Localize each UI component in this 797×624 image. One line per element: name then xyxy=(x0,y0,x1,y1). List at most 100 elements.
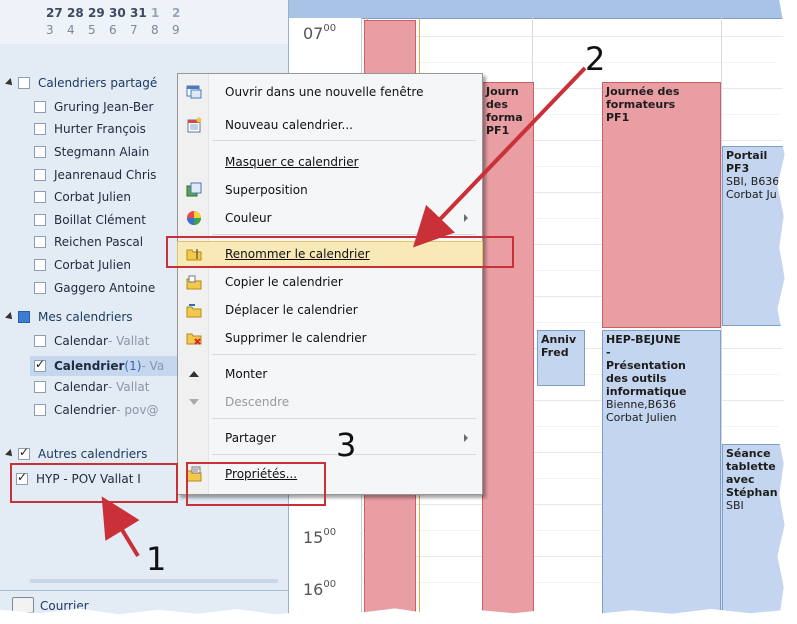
group-label: Autres calendriers xyxy=(38,447,148,461)
calendar-item[interactable]: Hurter François xyxy=(34,122,146,136)
calendar-header-strip xyxy=(289,0,790,19)
mini-calendar: 27 28 29 30 31 1 2 3456789 xyxy=(0,0,288,44)
mini-day[interactable]: 5 xyxy=(88,23,109,37)
new-calendar-icon xyxy=(186,117,202,133)
group-my-calendars[interactable]: Mes calendriers xyxy=(5,310,133,324)
calendar-item[interactable]: Corbat Julien xyxy=(34,258,131,272)
appointment[interactable]: Journ des forma PF1 xyxy=(482,82,534,618)
calendar-item-label: Gaggero Antoine xyxy=(54,281,156,295)
color-wheel-icon xyxy=(186,210,202,226)
menu-item-move-up[interactable]: Monter xyxy=(178,362,482,386)
calendar-checkbox[interactable] xyxy=(34,123,46,135)
menu-item-open-new-window[interactable]: Ouvrir dans une nouvelle fenêtre xyxy=(178,80,482,104)
menu-item-move-calendar[interactable]: Déplacer le calendrier xyxy=(178,298,482,322)
new-window-icon xyxy=(186,84,202,100)
appointment[interactable]: Anniv Fred xyxy=(537,330,585,386)
calendar-checkbox[interactable] xyxy=(34,259,46,271)
calendar-item-label: Calendrier xyxy=(54,403,117,417)
calendar-checkbox[interactable] xyxy=(34,404,46,416)
calendar-item[interactable]: Stegmann Alain xyxy=(34,145,149,159)
submenu-arrow-icon xyxy=(464,214,468,222)
hour-label: 1600 xyxy=(303,578,337,599)
menu-item-color[interactable]: Couleur xyxy=(178,206,482,230)
calendar-item[interactable]: Jeanrenaud Chris xyxy=(34,168,156,182)
calendar-checkbox[interactable] xyxy=(34,357,46,372)
submenu-arrow-icon xyxy=(464,434,468,442)
mini-calendar-week-1: 27 28 29 30 31 1 2 xyxy=(46,6,193,20)
down-arrow-icon xyxy=(186,394,202,410)
calendar-item[interactable]: Gaggero Antoine xyxy=(34,281,155,295)
mini-day[interactable]: 3 xyxy=(46,23,67,37)
delete-folder-icon xyxy=(186,330,202,346)
calendar-checkbox[interactable] xyxy=(34,214,46,226)
calendar-item[interactable]: Gruring Jean-Ber xyxy=(34,100,153,114)
group-other-calendars[interactable]: Autres calendriers xyxy=(5,445,148,461)
calendar-item-label: Calendrier xyxy=(54,359,125,373)
group-label: Mes calendriers xyxy=(38,310,133,324)
menu-item-overlay[interactable]: Superposition xyxy=(178,178,482,202)
mini-calendar-week-2: 3456789 xyxy=(46,23,193,37)
annotation-box-rename xyxy=(166,236,514,268)
group-shared-calendars[interactable]: Calendriers partagé xyxy=(5,76,158,90)
calendar-item-label: Hurter François xyxy=(54,122,146,136)
context-menu: Ouvrir dans une nouvelle fenêtre Nouveau… xyxy=(177,73,483,495)
calendar-checkbox[interactable] xyxy=(34,191,46,203)
scrollbar[interactable] xyxy=(30,579,278,583)
mini-day[interactable]: 30 xyxy=(109,6,130,20)
mini-day[interactable]: 27 xyxy=(46,6,67,20)
mini-day[interactable]: 8 xyxy=(151,23,172,37)
calendar-checkbox[interactable] xyxy=(34,236,46,248)
calendar-item[interactable]: Calendrier - pov@ xyxy=(34,403,158,417)
mini-day[interactable]: 29 xyxy=(88,6,109,20)
calendar-item[interactable]: Boillat Clément xyxy=(34,213,146,227)
group-checkbox[interactable] xyxy=(18,311,30,323)
group-checkbox[interactable] xyxy=(18,445,30,460)
mini-day[interactable]: 7 xyxy=(130,23,151,37)
menu-item-share[interactable]: Partager xyxy=(178,426,482,450)
menu-item-hide-calendar[interactable]: Masquer ce calendrier xyxy=(178,150,482,174)
calendar-item[interactable]: Reichen Pascal xyxy=(34,235,143,249)
mini-day[interactable]: 6 xyxy=(109,23,130,37)
group-checkbox[interactable] xyxy=(18,77,30,89)
mini-day[interactable]: 2 xyxy=(172,6,193,20)
annotation-number-1: 1 xyxy=(146,540,167,578)
calendar-item-label: Gruring Jean-Ber xyxy=(54,100,154,114)
group-label: Calendriers partagé xyxy=(38,76,158,90)
mini-day[interactable]: 1 xyxy=(151,6,172,20)
mini-day[interactable]: 4 xyxy=(67,23,88,37)
calendar-checkbox[interactable] xyxy=(34,146,46,158)
calendar-checkbox[interactable] xyxy=(34,282,46,294)
menu-item-move-down[interactable]: Descendre xyxy=(178,390,482,414)
collapse-triangle-icon[interactable] xyxy=(5,449,15,459)
calendar-item[interactable]: Corbat Julien xyxy=(34,190,131,204)
annotation-number-2: 2 xyxy=(585,40,606,78)
calendar-item-label: Boillat Clément xyxy=(54,213,146,227)
calendar-item[interactable]: Calendar - Vallat xyxy=(34,380,149,394)
menu-item-new-calendar[interactable]: Nouveau calendrier... xyxy=(178,113,482,137)
mini-day[interactable]: 9 xyxy=(172,23,193,37)
calendar-item[interactable]: Calendar - Vallat xyxy=(34,334,149,348)
up-arrow-icon xyxy=(186,366,202,382)
appointment[interactable]: Séance tablette avec Stéphan SBI xyxy=(722,444,790,618)
appointment[interactable]: Journée des formateurs PF1 xyxy=(602,82,721,328)
collapse-triangle-icon[interactable] xyxy=(5,78,15,88)
calendar-checkbox[interactable] xyxy=(34,101,46,113)
calendar-checkbox[interactable] xyxy=(34,335,46,347)
move-folder-icon xyxy=(186,302,202,318)
menu-item-delete-calendar[interactable]: Supprimer le calendrier xyxy=(178,326,482,350)
mail-icon xyxy=(12,597,34,613)
calendar-item-label: Calendar xyxy=(54,380,108,394)
overlay-icon xyxy=(186,182,202,198)
calendar-checkbox[interactable] xyxy=(34,381,46,393)
annotation-box-properties xyxy=(186,462,326,506)
menu-item-copy-calendar[interactable]: Copier le calendrier xyxy=(178,270,482,294)
mini-day[interactable]: 28 xyxy=(67,6,88,20)
calendar-item-label: Reichen Pascal xyxy=(54,235,144,249)
calendar-item-label: Calendar xyxy=(54,334,108,348)
copy-folder-icon xyxy=(186,274,202,290)
appointment[interactable]: HEP-BEJUNE - Présentation des outils inf… xyxy=(602,330,721,618)
collapse-triangle-icon[interactable] xyxy=(5,312,15,322)
annotation-number-3: 3 xyxy=(336,426,357,464)
calendar-checkbox[interactable] xyxy=(34,169,46,181)
mini-day[interactable]: 31 xyxy=(130,6,151,20)
